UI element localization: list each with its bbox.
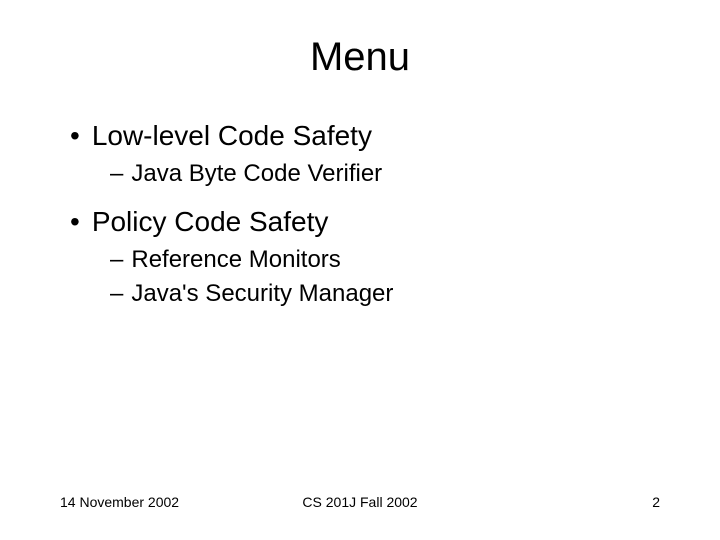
bullet-marker-dash: – [110, 280, 123, 308]
bullet-text: Java Byte Code Verifier [131, 160, 382, 188]
slide-title: Menu [60, 35, 660, 80]
footer-course: CS 201J Fall 2002 [302, 494, 417, 510]
slide-container: Menu • Low-level Code Safety – Java Byte… [0, 0, 720, 540]
footer-page-number: 2 [652, 494, 660, 510]
bullet-marker-dash: – [110, 160, 123, 188]
bullet-text: Reference Monitors [131, 246, 340, 274]
bullet-level2: – Java Byte Code Verifier [110, 160, 660, 188]
bullet-level1: • Low-level Code Safety [70, 120, 660, 152]
bullet-level1: • Policy Code Safety [70, 206, 660, 238]
slide-footer: 14 November 2002 CS 201J Fall 2002 2 [0, 494, 720, 510]
bullet-text: Java's Security Manager [131, 280, 393, 308]
bullet-text: Low-level Code Safety [92, 120, 372, 152]
bullet-level2: – Reference Monitors [110, 246, 660, 274]
slide-content: • Low-level Code Safety – Java Byte Code… [60, 120, 660, 308]
bullet-level2: – Java's Security Manager [110, 280, 660, 308]
bullet-marker-dot: • [70, 120, 80, 152]
footer-date: 14 November 2002 [60, 494, 179, 510]
bullet-text: Policy Code Safety [92, 206, 329, 238]
bullet-marker-dot: • [70, 206, 80, 238]
bullet-marker-dash: – [110, 246, 123, 274]
